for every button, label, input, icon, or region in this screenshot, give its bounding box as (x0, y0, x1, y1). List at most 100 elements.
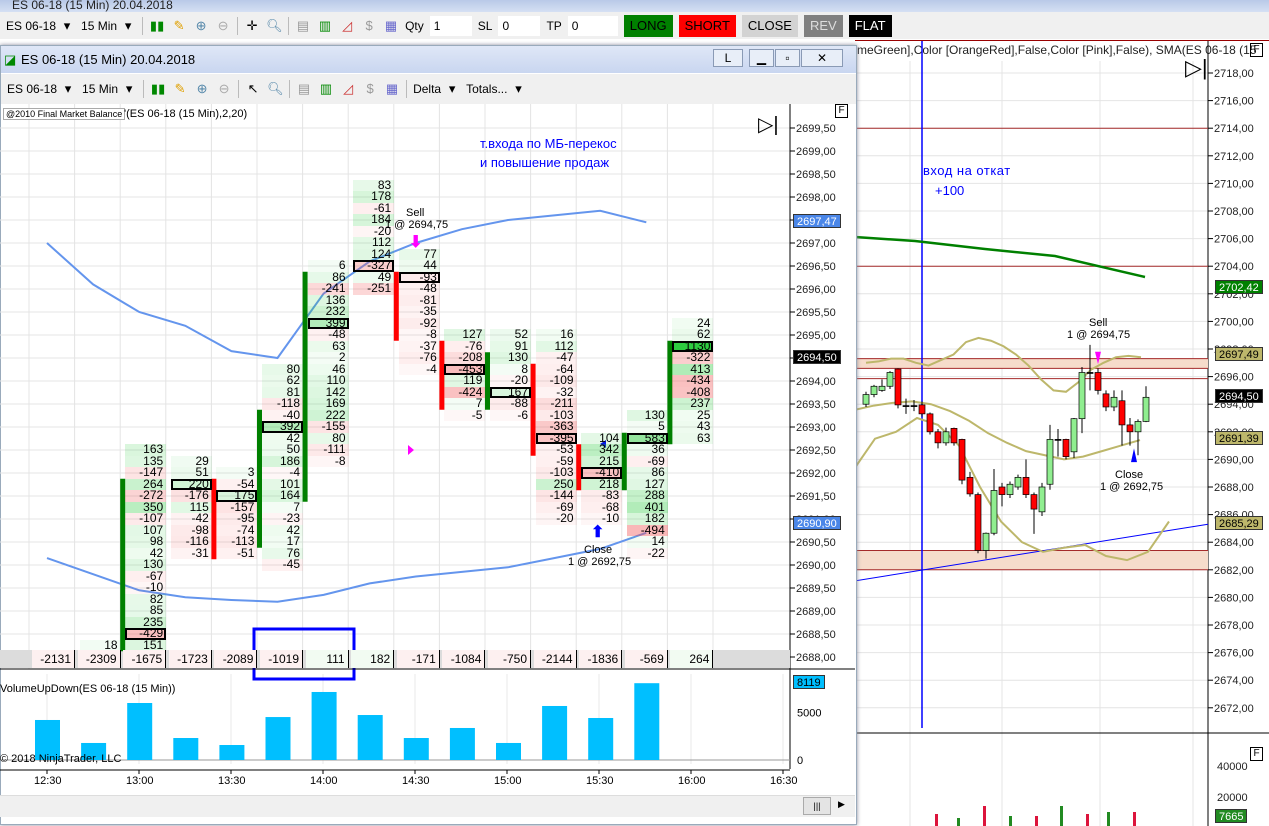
candle-body (1078, 372, 1086, 420)
price-tick-label: 2704,00 (1214, 261, 1254, 273)
maximize-button[interactable]: ▫ (775, 49, 800, 67)
column-total: 182 (351, 650, 395, 668)
close-window-button[interactable]: ✕ (801, 49, 843, 67)
totals-selector[interactable]: Totals... ▾ (466, 81, 526, 97)
crosshair-icon[interactable]: ✛ (244, 18, 260, 34)
chevron-down-icon: ▾ (63, 17, 71, 33)
outer-price-chart: 2718,00 2716,00 2714,00 2712,00 2710,00 2708,… (855, 41, 1269, 826)
time-tick-label: 15:30 (586, 775, 614, 787)
indicator-label: @2010 Final Market Balance (3, 108, 126, 120)
price-tick-label: 2690,00 (1214, 454, 1254, 466)
totals-value: Totals... (466, 82, 508, 96)
zoom-out-icon[interactable]: ⊖ (215, 18, 231, 34)
volume-tick-label: 5000 (797, 708, 821, 720)
footprint-cell: -8 (307, 455, 349, 468)
outer-volume-f-button[interactable]: F (1250, 747, 1263, 761)
properties-icon[interactable]: ▤ (296, 81, 312, 97)
candle-body (1118, 400, 1126, 426)
chart-style-icon[interactable]: ▥ (318, 81, 334, 97)
outer-close-detail: 1 @ 2692,75 (1100, 481, 1164, 493)
chevron-down-icon: ▾ (125, 81, 133, 96)
indicators-icon[interactable]: ◿ (340, 81, 356, 97)
pencil-icon[interactable]: ✎ (171, 18, 187, 34)
price-tick-label: 2692,00 (796, 468, 836, 480)
window-title-bar[interactable]: ◪ ES 06-18 (15 Min) 20.04.2018 L ▁ ▫ ✕ (1, 46, 856, 73)
buy-arrow-icon: ⬆ (591, 524, 605, 541)
volume-bar (935, 814, 938, 826)
play-pause-icon[interactable]: ▷| (758, 112, 779, 137)
short-button[interactable]: SHORT (678, 14, 736, 37)
chevron-down-icon: ▾ (515, 81, 522, 96)
chart-toolbar: ES 06-18 ▾ 15 Min ▾ ▮▮ ✎ ⊕ ⊖ ↖ 🔍︎ ▤ ▥ ◿ $ … (1, 74, 856, 104)
zoom-in-icon[interactable]: ⊕ (193, 18, 209, 34)
candlestick-icon[interactable]: ▮▮ (149, 18, 165, 34)
background-window-title: ES 06-18 (15 Min) 20.04.2018 (0, 0, 1269, 12)
strategies-icon[interactable]: $ (361, 18, 377, 34)
candle-body (1126, 424, 1134, 433)
data-box-icon[interactable]: ▦ (383, 18, 399, 34)
flat-button[interactable]: FLAT (848, 14, 892, 37)
scroll-right-icon[interactable]: ▶ (838, 799, 845, 810)
strategies-icon[interactable]: $ (362, 81, 378, 97)
volume-bar (265, 717, 291, 760)
pencil-icon[interactable]: ✎ (172, 81, 188, 97)
volume-bar (588, 717, 614, 760)
outer-f-button[interactable]: F (1250, 43, 1263, 57)
sell-label: Sell (406, 207, 425, 219)
f-button[interactable]: F (835, 104, 848, 118)
instrument-selector[interactable]: ES 06-18 ▾ (6, 18, 75, 34)
properties-icon[interactable]: ▤ (295, 18, 311, 34)
candlestick-icon[interactable]: ▮▮ (150, 81, 166, 97)
outer-toolbar: ES 06-18 ▾ 15 Min ▾ ▮▮ ✎ ⊕ ⊖ ✛ 🔍︎ ▤ ▥ ◿ $ … (0, 12, 1269, 39)
interval-selector[interactable]: 15 Min ▾ (81, 18, 136, 34)
qty-input[interactable] (429, 15, 472, 36)
entry-marker-icon (408, 445, 414, 455)
volume-bar (357, 715, 383, 760)
divider (406, 80, 408, 98)
column-total: -2089 (214, 650, 258, 668)
indicators-icon[interactable]: ◿ (339, 18, 355, 34)
price-tick-label: 2688,00 (796, 652, 836, 664)
price-tick-label: 2680,00 (1214, 592, 1254, 604)
time-tick-label: 16:00 (678, 775, 706, 787)
volume-bar (1086, 814, 1089, 826)
price-tick-label: 2693,00 (796, 422, 836, 434)
horizontal-scrollbar[interactable]: ||| ▶ (0, 795, 855, 817)
magnifier-icon[interactable]: 🔍︎ (266, 18, 283, 34)
zoom-out-icon[interactable]: ⊖ (216, 81, 232, 97)
sl-input[interactable] (498, 15, 541, 36)
price-tick-label: 2676,00 (1214, 648, 1254, 660)
price-tick-label: 2698,00 (796, 192, 836, 204)
time-tick-label: 14:00 (310, 775, 338, 787)
price-tick-label: 2688,50 (796, 629, 836, 641)
mode-selector[interactable]: Delta ▾ (413, 81, 460, 97)
tp-input[interactable] (567, 15, 618, 36)
divider (289, 80, 291, 98)
long-button[interactable]: LONG (623, 14, 673, 37)
volume-bar (1133, 812, 1136, 826)
price-tick-label: 2692,50 (796, 445, 836, 457)
candle-body (1102, 393, 1110, 408)
volume-bar (1107, 812, 1110, 826)
interval-selector[interactable]: 15 Min ▾ (82, 81, 137, 97)
instrument-selector[interactable]: ES 06-18 ▾ (7, 81, 76, 97)
pointer-icon[interactable]: ↖ (245, 81, 261, 97)
layout-button[interactable]: L (713, 49, 743, 67)
price-tick-label: 2690,00 (796, 560, 836, 572)
outer-chart[interactable]: meGreen],Color [OrangeRed],False,Color [… (855, 40, 1269, 826)
column-total: -2131 (32, 650, 75, 668)
minimize-button[interactable]: ▁ (749, 49, 774, 67)
rev-button[interactable]: REV (803, 14, 843, 37)
magnifier-icon[interactable]: 🔍︎ (267, 81, 284, 97)
price-tick-label: 2699,50 (796, 123, 836, 135)
zoom-in-icon[interactable]: ⊕ (194, 81, 210, 97)
scrollbar-thumb[interactable]: ||| (803, 797, 831, 815)
candle-body (958, 439, 966, 481)
price-tick-label: 2689,50 (796, 583, 836, 595)
footprint-cell: -5 (444, 409, 486, 422)
sell-detail: 1 @ 2694,75 (385, 219, 449, 231)
chart-style-icon[interactable]: ▥ (317, 18, 333, 34)
candle-body (894, 368, 902, 406)
close-button[interactable]: CLOSE (741, 14, 798, 37)
data-box-icon[interactable]: ▦ (384, 81, 400, 97)
